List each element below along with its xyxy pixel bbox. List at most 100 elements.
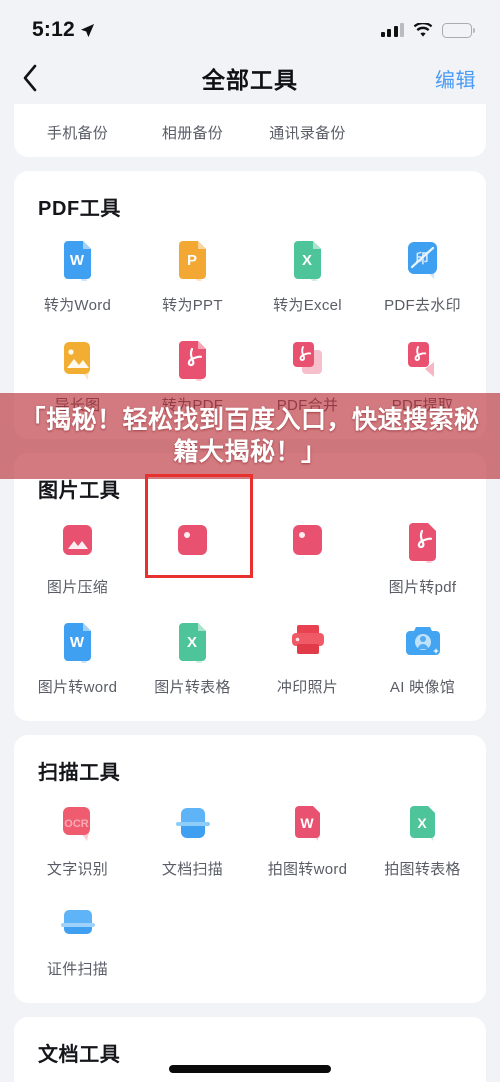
edit-button[interactable]: 编辑 — [435, 64, 476, 93]
tool-label: 文字识别 — [46, 861, 109, 878]
tools-scroll-area[interactable]: 手机备份 相册备份 通讯录备份 PDF工具 W 转为Word P 转为PPT X… — [0, 104, 500, 1082]
back-button[interactable] — [0, 52, 60, 104]
tool-item-empty — [365, 1071, 480, 1082]
svg-text:X: X — [301, 252, 311, 269]
tool-item-empty — [365, 889, 480, 989]
section-title-scan: 扫描工具 — [38, 762, 121, 784]
battery-icon — [442, 22, 475, 38]
promo-overlay-text: 「揭秘！轻松找到百度入口，快速搜索秘籍大揭秘！」 — [20, 406, 480, 466]
tool-label: 拍图转表格 — [384, 861, 461, 878]
svg-text:W: W — [69, 634, 84, 651]
svg-text:X: X — [186, 634, 196, 651]
pdf-extract-icon — [400, 337, 446, 383]
chevron-left-icon — [23, 64, 37, 92]
section-card-backup: 手机备份 相册备份 通讯录备份 — [14, 104, 486, 157]
ppt-doc-icon: P — [170, 237, 216, 283]
tool-item[interactable]: 通讯录备份 — [250, 104, 365, 143]
image-tool-icon — [170, 519, 216, 565]
word-doc-icon: W — [55, 237, 101, 283]
tool-item-ocr[interactable]: OCR 文字识别 — [20, 789, 135, 889]
svg-text:OCR: OCR — [64, 818, 89, 830]
tool-item-edit[interactable] — [20, 1071, 135, 1082]
tool-label: 转为Word — [43, 297, 112, 314]
phone-screen: 5:12 全部工具 编辑 手机备份 相册备份 通讯录备份 PDF工具 W 转为W… — [0, 0, 500, 1082]
tool-item-document-scan[interactable]: 文档扫描 — [135, 789, 250, 889]
image-to-pdf-icon — [400, 519, 446, 565]
tool-item[interactable]: 相册备份 — [135, 104, 250, 143]
tool-item-ai-studio[interactable]: AI 映像馆 — [365, 607, 480, 707]
navigation-bar: 全部工具 编辑 — [0, 52, 500, 104]
section-title-document: 文档工具 — [38, 1044, 121, 1066]
tool-item-image-3[interactable] — [250, 507, 365, 607]
tool-item-photo-to-table[interactable]: X 拍图转表格 — [365, 789, 480, 889]
tool-item-image-to-table[interactable]: X 图片转表格 — [135, 607, 250, 707]
status-time: 5:12 — [32, 18, 75, 41]
image-compress-icon — [55, 519, 101, 565]
word-doc-icon: W — [55, 619, 101, 665]
tool-label: 手机备份 — [46, 125, 109, 142]
tool-item[interactable]: 手机备份 — [20, 104, 135, 143]
pdf-merge-icon — [285, 337, 331, 383]
tool-label: PDF去水印 — [384, 297, 461, 314]
tool-label: 图片转word — [37, 679, 118, 696]
svg-text:P: P — [186, 252, 196, 269]
tool-grid-scan: OCR 文字识别 文档扫描 W 拍图转word X 拍图转表格 证件扫描 — [20, 789, 480, 989]
id-card-scan-icon — [55, 901, 101, 947]
tool-label: 图片转pdf — [388, 579, 457, 596]
location-arrow-icon — [80, 23, 94, 37]
tool-item-image-2[interactable] — [135, 507, 250, 607]
tool-label: 转为PPT — [162, 297, 223, 314]
status-bar-right — [380, 22, 475, 38]
long-image-icon — [55, 337, 101, 383]
home-indicator-bar[interactable] — [169, 1065, 331, 1073]
section-title-pdf: PDF工具 — [38, 198, 121, 220]
excel-doc-icon: X — [170, 619, 216, 665]
ocr-icon: OCR — [55, 801, 101, 847]
photo-to-word-icon: W — [285, 801, 331, 847]
tool-item-pdf-to-ppt[interactable]: P 转为PPT — [135, 225, 250, 325]
svg-text:W: W — [69, 252, 84, 269]
tool-item-empty — [135, 889, 250, 989]
tool-label: 相册备份 — [161, 125, 224, 142]
tool-label: 文档扫描 — [161, 861, 224, 878]
page-title: 全部工具 — [202, 67, 298, 93]
wifi-icon — [413, 22, 433, 37]
status-bar: 5:12 — [0, 0, 500, 52]
tool-grid-backup: 手机备份 相册备份 通讯录备份 — [20, 104, 480, 143]
ai-camera-icon — [400, 619, 446, 665]
tool-item-empty — [365, 104, 480, 143]
photo-print-icon — [285, 619, 331, 665]
section-card-image: 图片工具 图片压缩 图片转pdf W 图片转word X 图片转表格 冲印照片 … — [14, 453, 486, 721]
document-scan-icon — [170, 801, 216, 847]
remove-watermark-icon: 印 — [400, 237, 446, 283]
tool-item-pdf-remove-watermark[interactable]: 印 PDF去水印 — [365, 225, 480, 325]
tool-item-image-compress[interactable]: 图片压缩 — [20, 507, 135, 607]
tool-item-photo-to-word[interactable]: W 拍图转word — [250, 789, 365, 889]
tool-label: 转为Excel — [273, 297, 342, 314]
tool-item-pdf-to-excel[interactable]: X 转为Excel — [250, 225, 365, 325]
promo-overlay-banner: 「揭秘！轻松找到百度入口，快速搜索秘籍大揭秘！」 — [0, 393, 500, 479]
svg-text:X: X — [417, 815, 427, 831]
tool-label: 通讯录备份 — [269, 125, 346, 142]
tool-item-id-scan[interactable]: 证件扫描 — [20, 889, 135, 989]
status-bar-left: 5:12 — [32, 18, 95, 42]
tool-label: 冲印照片 — [276, 679, 339, 696]
tool-item-empty — [250, 889, 365, 989]
tool-item-photo-print[interactable]: 冲印照片 — [250, 607, 365, 707]
tool-item-pdf-to-word[interactable]: W 转为Word — [20, 225, 135, 325]
tool-label: 拍图转word — [267, 861, 348, 878]
tool-item-image-to-pdf[interactable]: 图片转pdf — [365, 507, 480, 607]
excel-doc-icon: X — [285, 237, 331, 283]
image-tool-icon — [285, 519, 331, 565]
photo-to-excel-icon: X — [400, 801, 446, 847]
cellular-signal-icon — [380, 23, 404, 37]
svg-text:W: W — [300, 815, 314, 831]
tool-item-image-to-word[interactable]: W 图片转word — [20, 607, 135, 707]
section-card-scan: 扫描工具 OCR 文字识别 文档扫描 W 拍图转word X 拍图转表格 证件扫… — [14, 735, 486, 1003]
tool-grid-image: 图片压缩 图片转pdf W 图片转word X 图片转表格 冲印照片 AI 映像… — [20, 507, 480, 707]
tool-label: 证件扫描 — [46, 961, 109, 978]
pdf-doc-icon — [170, 337, 216, 383]
tool-label: 图片转表格 — [154, 679, 231, 696]
tool-label: 图片压缩 — [46, 579, 109, 596]
tool-label: AI 映像馆 — [389, 679, 456, 696]
